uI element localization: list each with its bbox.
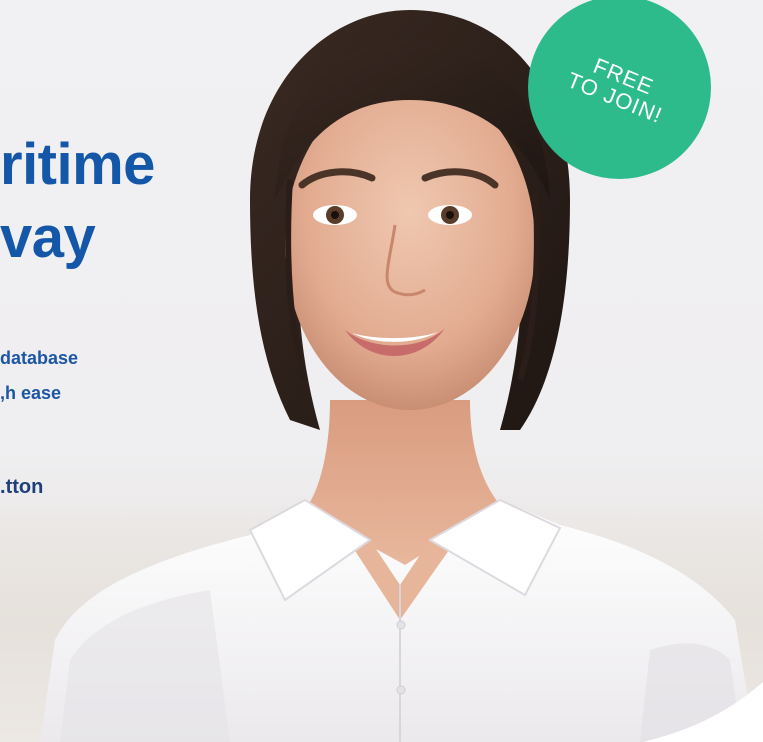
hero-section: ritime vay database h ease, tton. FREE T…	[0, 0, 763, 742]
hero-description: database h ease,	[0, 341, 133, 411]
headline-line-1: ritime	[0, 132, 155, 197]
headline-line-2: vay	[0, 205, 96, 271]
cta-instruction-text: tton.	[0, 476, 44, 498]
description-line-2: h ease,	[0, 383, 62, 404]
description-line-1: database	[0, 348, 79, 368]
hero-headline: ritime vay	[0, 128, 240, 274]
decorative-corner-curve	[643, 682, 763, 742]
free-to-join-badge: FREE TO JOIN!	[528, 0, 711, 179]
